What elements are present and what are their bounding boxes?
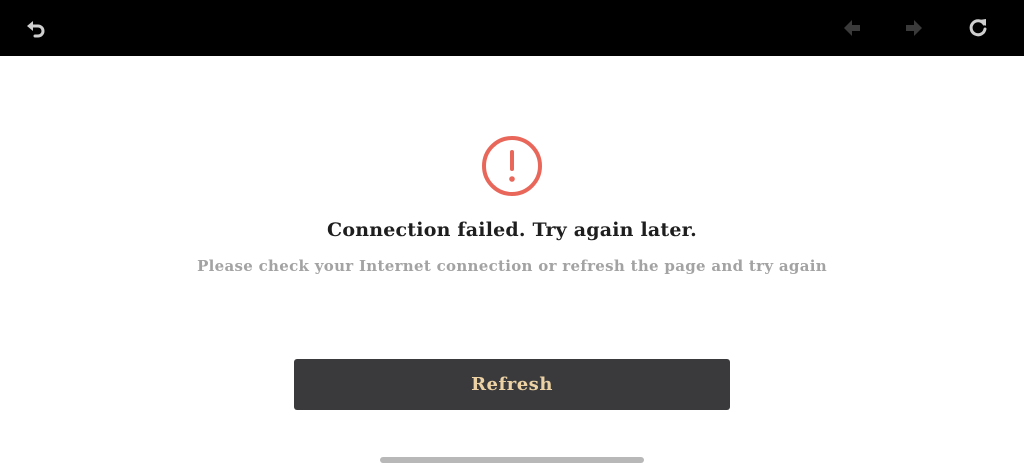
refresh-button[interactable]: Refresh bbox=[294, 359, 730, 410]
error-message: Please check your Internet connection or… bbox=[197, 257, 827, 275]
navigate-back-button[interactable] bbox=[836, 12, 868, 44]
alert-circle-icon bbox=[482, 136, 542, 196]
back-button[interactable] bbox=[20, 12, 52, 44]
top-toolbar bbox=[0, 0, 1024, 56]
arrow-left-icon bbox=[844, 20, 860, 36]
navigate-forward-button[interactable] bbox=[898, 12, 930, 44]
reload-button[interactable] bbox=[962, 12, 994, 44]
error-title: Connection failed. Try again later. bbox=[327, 219, 697, 241]
arrow-right-icon bbox=[906, 20, 922, 36]
undo-arrow-icon bbox=[27, 21, 45, 38]
home-indicator[interactable] bbox=[380, 457, 644, 463]
reload-icon bbox=[969, 19, 987, 37]
